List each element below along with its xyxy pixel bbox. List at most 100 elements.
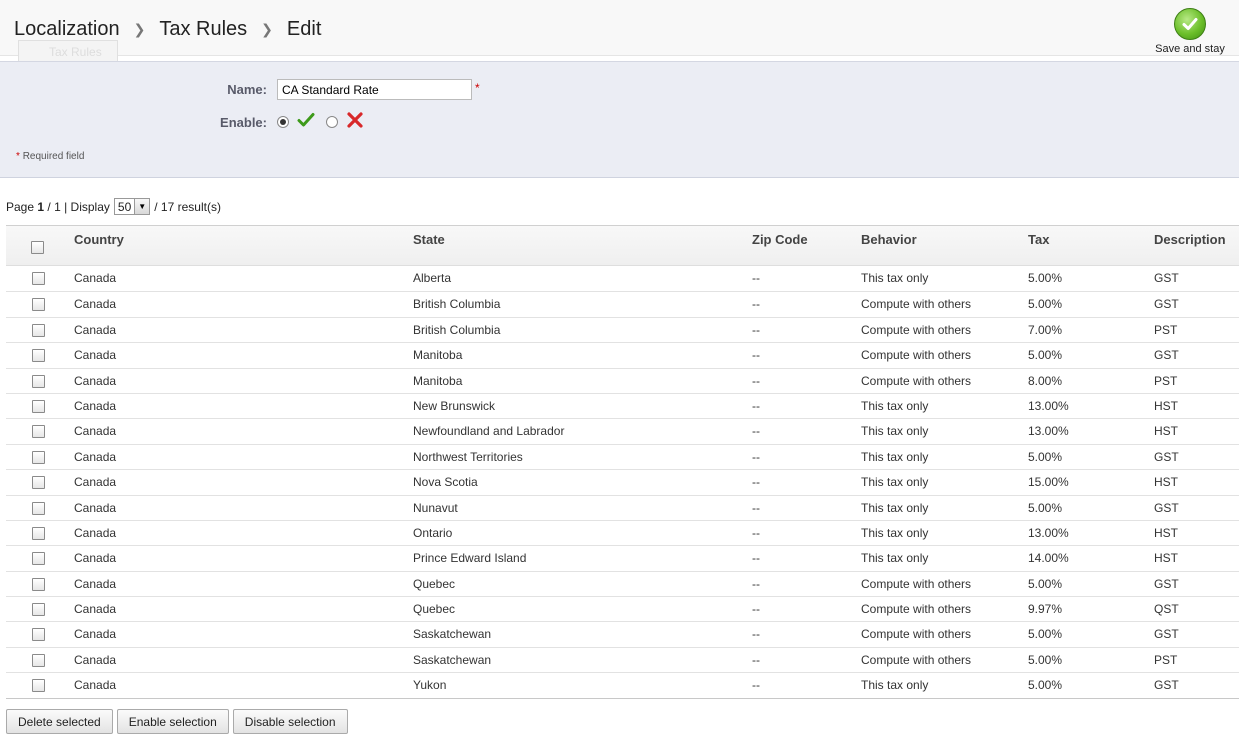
table-row[interactable]: Canada British Columbia -- Compute with oth…: [6, 316, 1239, 343]
table-row[interactable]: Canada Nova Scotia -- This tax only 15.00% HS…: [6, 469, 1239, 495]
table-row[interactable]: Canada Saskatchewan -- Compute with others 5…: [6, 621, 1239, 647]
disable-selection-button[interactable]: Disable selection: [232, 709, 348, 734]
table-row[interactable]: Canada Manitoba -- Compute with others 8.00%…: [6, 367, 1239, 393]
enable-yes-radio[interactable]: [277, 116, 289, 128]
cell-desc: PST: [1154, 322, 1178, 337]
cell-tax: 7.00%: [1028, 322, 1063, 337]
table-row[interactable]: Canada Manitoba -- Compute with others 5.00%…: [6, 342, 1239, 368]
enable-selection-button[interactable]: Enable selection: [116, 709, 229, 734]
page-header: Localization ❯ Tax Rules ❯ Edit Save and…: [0, 0, 1239, 56]
breadcrumb-localization[interactable]: Localization: [14, 18, 120, 41]
row-checkbox[interactable]: [32, 450, 45, 464]
row-checkbox[interactable]: [32, 298, 45, 312]
cell-desc: GST: [1154, 678, 1179, 693]
name-label: Name:: [227, 82, 267, 97]
column-header-country: Country: [74, 232, 124, 247]
table-row[interactable]: Canada Quebec -- Compute with others 5.00% GS…: [6, 570, 1239, 597]
row-checkbox[interactable]: [32, 501, 45, 515]
cell-desc: GST: [1154, 449, 1179, 464]
table-row[interactable]: Canada Quebec -- Compute with others 9.97% QS…: [6, 596, 1239, 622]
cell-tax: 13.00%: [1028, 424, 1069, 439]
table-row[interactable]: Canada Yukon -- This tax only 5.00% GST: [6, 672, 1239, 698]
cell-zip: --: [752, 373, 760, 388]
cell-tax: 5.00%: [1028, 678, 1063, 693]
cell-country: Canada: [74, 500, 117, 515]
chevron-right-icon: ❯: [261, 21, 273, 37]
result-count: / 17 result(s): [154, 199, 221, 214]
breadcrumb-tax-rules[interactable]: Tax Rules: [159, 18, 247, 41]
row-checkbox[interactable]: [32, 577, 45, 591]
row-checkbox[interactable]: [32, 476, 45, 490]
cell-zip: --: [752, 627, 760, 642]
table-row[interactable]: Canada British Columbia -- Compute with oth…: [6, 291, 1239, 317]
table-row[interactable]: Canada Ontario -- This tax only 13.00% HST: [6, 519, 1239, 546]
cell-country: Canada: [74, 398, 117, 413]
cell-tax: 5.00%: [1028, 348, 1063, 363]
required-field-note: * Required field: [16, 151, 85, 162]
cell-desc: GST: [1154, 271, 1179, 285]
row-checkbox[interactable]: [32, 349, 45, 363]
cell-behavior: Compute with others: [861, 373, 972, 388]
cell-tax: 13.00%: [1028, 398, 1069, 413]
cell-desc: QST: [1154, 602, 1179, 617]
cell-zip: --: [752, 348, 760, 363]
table-row[interactable]: Canada Saskatchewan -- Compute with others 5…: [6, 646, 1239, 673]
select-all-checkbox[interactable]: [31, 241, 44, 254]
cell-country: Canada: [74, 525, 117, 540]
row-checkbox[interactable]: [32, 628, 45, 642]
cell-country: Canada: [74, 551, 117, 566]
cell-tax: 5.00%: [1028, 271, 1063, 285]
column-header-state: State: [413, 232, 445, 247]
save-and-stay-button[interactable]: Save and stay: [1153, 8, 1227, 55]
cell-country: Canada: [74, 678, 117, 693]
table-row[interactable]: Canada Northwest Territories -- This tax on…: [6, 443, 1239, 470]
delete-selected-button[interactable]: Delete selected: [6, 709, 113, 734]
table-row[interactable]: Canada Alberta -- This tax only 5.00% GST: [6, 266, 1239, 292]
table-row[interactable]: Canada New Brunswick -- This tax only 13.00%…: [6, 392, 1239, 419]
breadcrumb-edit: Edit: [286, 18, 322, 40]
row-checkbox[interactable]: [32, 323, 45, 337]
cell-tax: 15.00%: [1028, 475, 1069, 490]
table-row[interactable]: Canada Prince Edward Island -- This tax onl…: [6, 545, 1239, 571]
cell-behavior: This tax only: [861, 271, 929, 285]
row-checkbox[interactable]: [32, 425, 45, 439]
cell-country: Canada: [74, 576, 117, 591]
cell-state: Ontario: [413, 525, 453, 540]
cell-tax: 5.00%: [1028, 449, 1063, 464]
row-checkbox[interactable]: [32, 272, 45, 285]
cell-zip: --: [752, 424, 760, 439]
cell-behavior: This tax only: [861, 500, 929, 515]
enable-no-radio[interactable]: [326, 116, 338, 128]
cell-country: Canada: [74, 652, 117, 667]
row-checkbox[interactable]: [32, 526, 45, 540]
cell-state: Manitoba: [413, 348, 463, 363]
per-page-select[interactable]: 50 ▼: [113, 198, 151, 215]
check-circle-icon: [1174, 8, 1206, 40]
cell-zip: --: [752, 576, 760, 591]
row-checkbox[interactable]: [32, 552, 45, 566]
cell-country: Canada: [74, 602, 117, 617]
cell-behavior: This tax only: [861, 678, 929, 693]
cell-country: Canada: [74, 424, 117, 439]
cell-zip: --: [752, 500, 760, 515]
cell-zip: --: [752, 525, 760, 540]
column-header-behavior: Behavior: [861, 232, 917, 247]
cell-state: Manitoba: [413, 373, 463, 388]
cell-desc: HST: [1154, 475, 1178, 490]
cell-zip: --: [752, 398, 760, 413]
name-input[interactable]: [277, 79, 472, 100]
row-checkbox[interactable]: [32, 603, 45, 617]
row-checkbox[interactable]: [32, 653, 45, 667]
check-icon: [297, 113, 315, 127]
row-checkbox[interactable]: [32, 399, 45, 413]
table-row[interactable]: Canada Newfoundland and Labrador -- This ta…: [6, 418, 1239, 444]
row-checkbox[interactable]: [32, 679, 45, 693]
cell-tax: 13.00%: [1028, 525, 1069, 540]
cell-desc: GST: [1154, 576, 1179, 591]
cell-desc: GST: [1154, 348, 1179, 363]
table-row[interactable]: Canada Nunavut -- This tax only 5.00% GST: [6, 494, 1239, 520]
dropdown-arrow-icon[interactable]: ▼: [134, 199, 150, 214]
cell-behavior: This tax only: [861, 475, 929, 490]
table-body: Canada Alberta -- This tax only 5.00% GST Cana…: [6, 266, 1239, 698]
row-checkbox[interactable]: [32, 374, 45, 388]
